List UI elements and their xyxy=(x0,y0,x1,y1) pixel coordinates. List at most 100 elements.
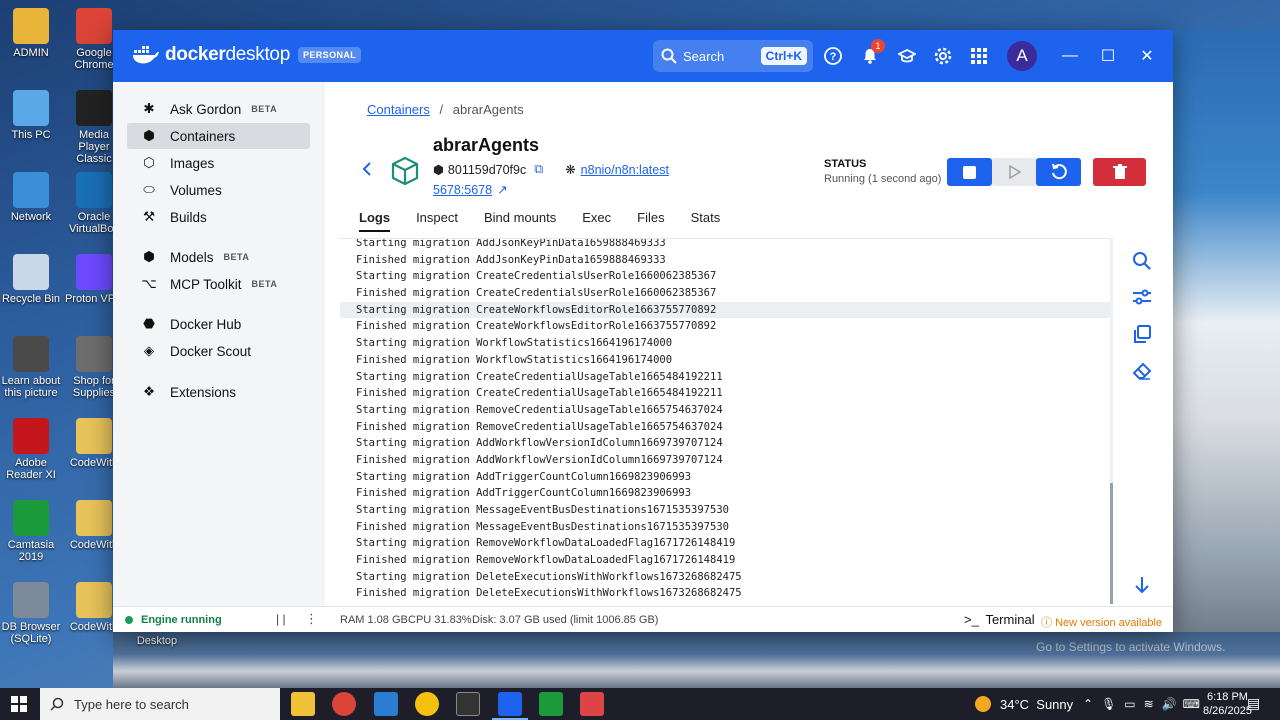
chrome-icon[interactable] xyxy=(332,692,356,716)
sidebar-item-mcp-toolkit[interactable]: ⌥ MCP Toolkit BETA xyxy=(127,271,310,297)
desktop-icon[interactable]: Learn about this picture xyxy=(0,336,62,399)
sidebar-item-extensions[interactable]: ❖ Extensions xyxy=(127,379,310,405)
sidebar-item-label: Extensions xyxy=(170,384,237,400)
port-link[interactable]: 5678:5678 xyxy=(433,183,492,197)
tab-bind-mounts[interactable]: Bind mounts xyxy=(484,210,556,232)
beta-badge: BETA xyxy=(223,252,250,262)
sidebar-item-docker-scout[interactable]: ◈ Docker Scout xyxy=(127,338,310,364)
wifi-icon[interactable]: ≋ xyxy=(1144,697,1154,711)
settings-gear-icon[interactable] xyxy=(931,44,955,68)
docker-taskbar-icon[interactable] xyxy=(498,692,522,716)
copy-logs-icon[interactable] xyxy=(1130,322,1154,346)
filter-icon[interactable] xyxy=(1130,285,1154,309)
external-link-icon[interactable]: ↗ xyxy=(497,182,507,197)
notifications-count: 1 xyxy=(871,39,885,53)
sidebar-item-models[interactable]: ⬢ Models BETA xyxy=(127,244,310,270)
log-viewer[interactable]: Starting migration AddJsonKeyPinData1659… xyxy=(340,238,1110,604)
taskbar-search[interactable]: Type here to search xyxy=(40,688,280,720)
copy-id-icon[interactable]: ⧉ xyxy=(534,162,543,177)
scout-icon: ◈ xyxy=(143,343,155,358)
tab-files[interactable]: Files xyxy=(637,210,664,232)
activate-windows-subtitle: Go to Settings to activate Windows. xyxy=(1036,640,1226,654)
desktop-icon[interactable]: Camtasia 2019 xyxy=(0,500,62,563)
desktop-icon[interactable]: Recycle Bin xyxy=(0,254,62,305)
file-explorer-icon[interactable] xyxy=(291,692,315,716)
desktop-icon[interactable]: Adobe Reader XI xyxy=(0,418,62,481)
language-icon[interactable]: ⌨ xyxy=(1183,697,1200,711)
learning-center-icon[interactable] xyxy=(895,44,919,68)
sun-icon xyxy=(975,696,991,712)
notification-center-icon[interactable]: ▤ xyxy=(1247,695,1260,712)
back-arrow-icon[interactable] xyxy=(361,162,373,181)
app-key-icon[interactable] xyxy=(415,692,439,716)
desktop-icon[interactable]: DB Browser (SQLite) xyxy=(0,582,62,645)
tab-bar: Logs Inspect Bind mounts Exec Files Stats xyxy=(359,210,746,232)
sidebar-item-containers[interactable]: ⬢ Containers xyxy=(127,123,310,149)
breadcrumb: Containers / abrarAgents xyxy=(367,102,524,117)
search-box[interactable]: Search Ctrl+K xyxy=(653,40,813,72)
microphone-icon[interactable]: 🎙 xyxy=(1101,697,1116,711)
maximize-icon[interactable]: ☐ xyxy=(1096,44,1120,68)
log-scrollbar[interactable] xyxy=(1110,238,1113,604)
tab-inspect[interactable]: Inspect xyxy=(416,210,458,232)
title-bar: dockerdesktop PERSONAL Search Ctrl+K ? 1… xyxy=(113,30,1173,82)
start-button[interactable] xyxy=(992,158,1037,186)
tab-logs[interactable]: Logs xyxy=(359,210,391,232)
image-link[interactable]: n8nio/n8n:latest xyxy=(581,163,669,177)
ram-usage: RAM 1.08 GB xyxy=(340,614,408,626)
tray-chevron-icon[interactable]: ⌃ xyxy=(1083,697,1093,711)
recorder-taskbar-icon[interactable] xyxy=(580,692,604,716)
desktop-icon[interactable]: ADMIN xyxy=(0,8,62,59)
stop-button[interactable] xyxy=(947,158,992,186)
terminal-app-icon[interactable] xyxy=(456,692,480,716)
sidebar-item-label: Builds xyxy=(170,209,207,225)
weather-widget[interactable]: 34°C Sunny xyxy=(975,688,1073,720)
log-line: Finished migration AddTriggerCountColumn… xyxy=(356,487,692,500)
desktop-icon[interactable]: This PC xyxy=(0,90,62,141)
docker-logo[interactable]: dockerdesktop PERSONAL xyxy=(133,44,362,66)
sidebar-item-label: Models xyxy=(170,249,214,265)
more-menu-icon[interactable]: ⋮ xyxy=(305,611,318,627)
sidebar-item-ask-gordon[interactable]: ✱ Ask Gordon BETA xyxy=(127,96,310,122)
tab-exec[interactable]: Exec xyxy=(582,210,611,232)
clock[interactable]: 6:18 PM 8/26/2025 xyxy=(1203,690,1252,718)
log-line: Finished migration AddWorkflowVersionIdC… xyxy=(356,453,723,466)
log-scrollbar-thumb[interactable] xyxy=(1110,483,1113,604)
beta-badge: BETA xyxy=(251,104,278,114)
scroll-to-bottom-icon[interactable] xyxy=(1130,573,1154,597)
status-value: Running (1 second ago) xyxy=(824,173,942,185)
restart-button[interactable] xyxy=(1036,158,1081,186)
tab-stats[interactable]: Stats xyxy=(691,210,721,232)
volumes-icon: ⬭ xyxy=(143,182,155,197)
sidebar-item-images[interactable]: ⬡ Images xyxy=(127,150,310,176)
battery-icon[interactable]: ▭ xyxy=(1124,697,1135,711)
camtasia-taskbar-icon[interactable] xyxy=(539,692,563,716)
terminal-button[interactable]: >_ Terminal xyxy=(964,612,1035,627)
engine-status[interactable]: Engine running xyxy=(125,614,222,626)
delete-button[interactable] xyxy=(1093,158,1146,186)
mcp-icon: ⌥ xyxy=(141,276,157,291)
sidebar-item-docker-hub[interactable]: ⬣ Docker Hub xyxy=(127,311,310,337)
log-line: Finished migration CreateCredentialUsage… xyxy=(356,387,723,400)
sidebar-item-volumes[interactable]: ⬭ Volumes xyxy=(127,177,310,203)
vscode-icon[interactable] xyxy=(374,692,398,716)
help-icon[interactable]: ? xyxy=(821,44,845,68)
notifications-icon[interactable]: 1 xyxy=(858,39,885,68)
search-logs-icon[interactable] xyxy=(1130,249,1154,273)
breadcrumb-containers-link[interactable]: Containers xyxy=(367,102,430,117)
apps-grid-icon[interactable] xyxy=(967,44,991,68)
pause-icon[interactable]: | | xyxy=(276,612,286,626)
volume-icon[interactable]: 🔊 xyxy=(1162,697,1177,711)
windows-start-icon[interactable] xyxy=(11,696,27,712)
minimize-icon[interactable]: — xyxy=(1058,44,1082,68)
user-avatar[interactable]: A xyxy=(1007,41,1037,71)
clear-logs-eraser-icon[interactable] xyxy=(1130,359,1154,383)
sidebar-item-label: MCP Toolkit xyxy=(170,276,242,292)
sidebar-item-builds[interactable]: ⚒ Builds xyxy=(127,204,310,230)
brand-desktop: desktop xyxy=(225,44,291,65)
image-icon: ❋ xyxy=(565,163,576,177)
update-notice[interactable]: ⓘ New version available xyxy=(1041,614,1162,630)
desktop-icon[interactable]: Network xyxy=(0,172,62,223)
cpu-usage: CPU 31.83% xyxy=(408,614,472,626)
close-icon[interactable]: ✕ xyxy=(1135,44,1159,68)
